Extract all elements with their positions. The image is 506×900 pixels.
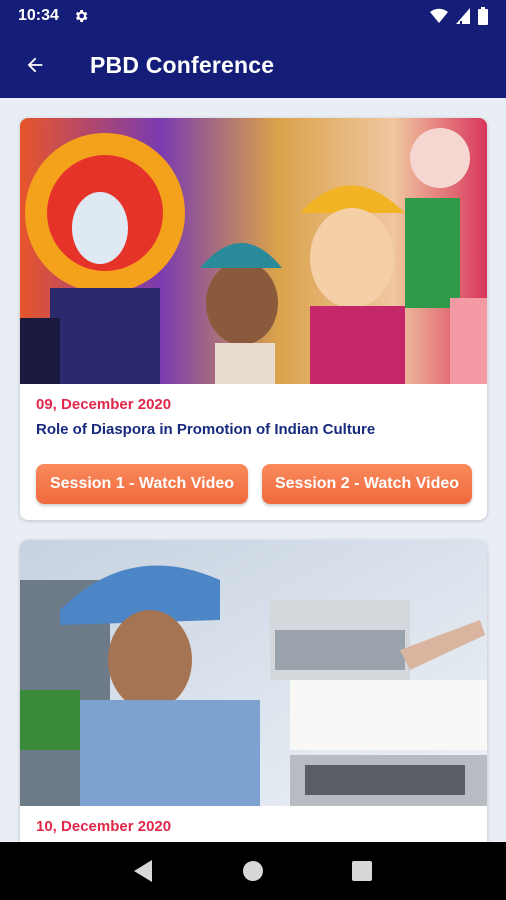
session-card[interactable]: 09, December 2020 Role of Diaspora in Pr… (20, 118, 487, 520)
technology-workers-image (20, 540, 487, 806)
page-title: PBD Conference (90, 51, 275, 78)
nav-back-icon[interactable] (134, 860, 154, 882)
status-bar: 10:34 (0, 0, 506, 32)
signal-icon (456, 8, 470, 24)
back-arrow-icon (27, 57, 43, 73)
settings-gear-icon (75, 10, 88, 22)
status-time: 10:34 (18, 7, 59, 24)
nav-recents-icon[interactable] (352, 861, 372, 881)
back-button[interactable] (0, 32, 70, 98)
session-list[interactable]: 09, December 2020 Role of Diaspora in Pr… (0, 98, 506, 842)
session-2-watch-video-button[interactable]: Session 2 - Watch Video (262, 464, 472, 504)
wifi-icon (430, 8, 448, 23)
nav-home-icon[interactable] (242, 860, 264, 882)
session-1-watch-video-button[interactable]: Session 1 - Watch Video (36, 464, 248, 504)
culture-artwork-image (20, 118, 487, 384)
system-nav-bar (0, 842, 506, 900)
session-date: 09, December 2020 (36, 396, 172, 413)
app-bar: PBD Conference (0, 32, 506, 98)
session-card[interactable]: 10, December 2020 (20, 540, 487, 842)
session-date: 10, December 2020 (36, 818, 172, 835)
session-title: Role of Diaspora in Promotion of Indian … (36, 421, 376, 438)
battery-icon (478, 7, 488, 25)
